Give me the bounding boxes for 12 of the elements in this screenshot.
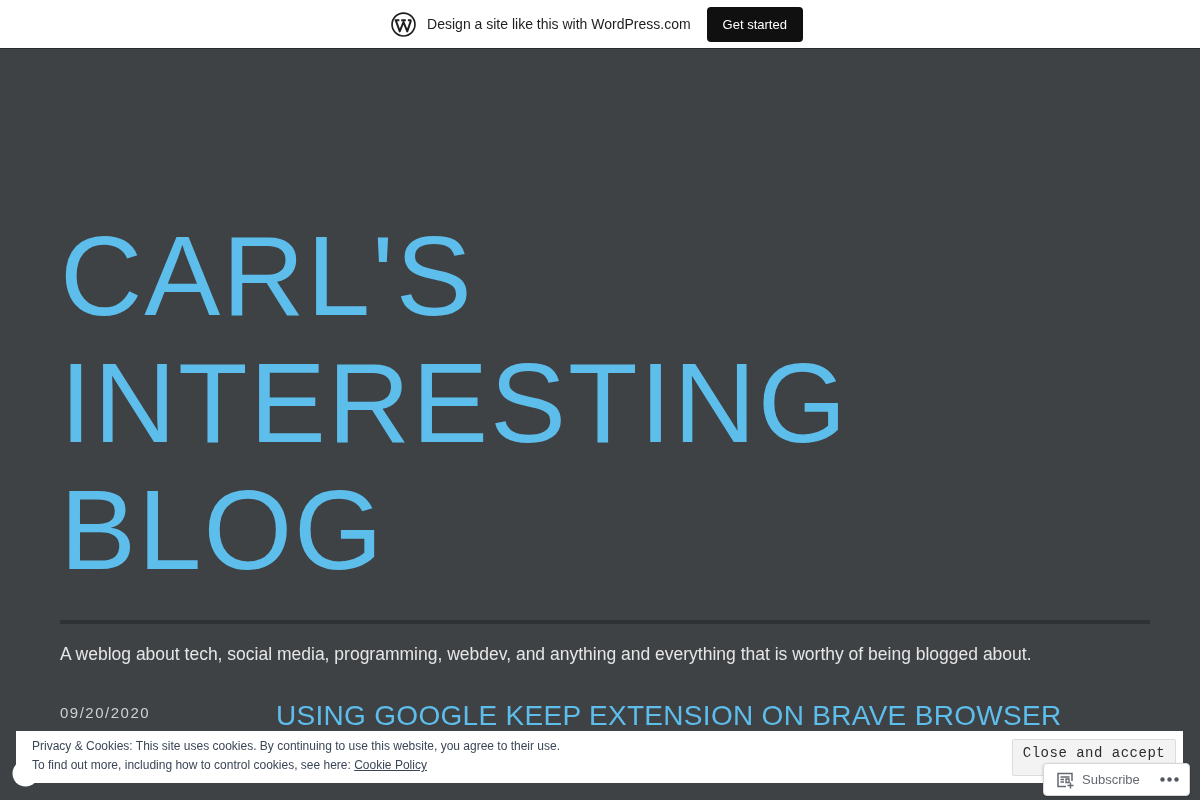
site-tagline: A weblog about tech, social media, programming, webdev, and anything and everything that is worthy of being blogged about. [60,643,1033,666]
post-date[interactable]: 09/20/2020 [60,703,151,723]
promo-text: Design a site like this with WordPress.com [427,16,691,32]
cookie-notice: To find out more, including how to control cookies, see here: Cookie Policy [32,757,428,774]
post-title[interactable]: USING GOOGLE KEEP EXTENSION ON BRAVE BROWSER [276,700,1062,732]
document-plus-icon [1056,770,1074,789]
get-started-button[interactable]: Get started [706,6,803,42]
more-icon[interactable] [1160,777,1179,782]
logo-icon[interactable] [391,11,417,37]
cookie-notice: Privacy & Cookies: This site uses cookies. By continuing to use this website, you agree to their use. [32,738,561,755]
cookie-policy-link[interactable]: Cookie Policy [354,758,427,772]
site-title[interactable]: CARL'S INTERESTING BLOG [60,212,849,593]
